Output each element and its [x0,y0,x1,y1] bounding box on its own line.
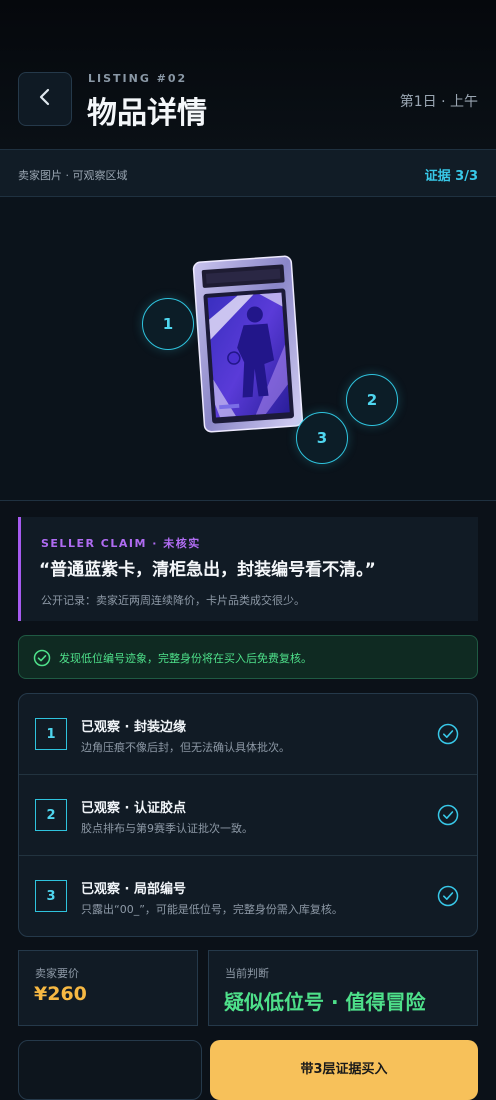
observation-item[interactable]: 2 已观察 · 认证胶点 胶点排布与第9赛季认证批次一致。 [19,775,477,856]
check-circle-icon [437,885,459,911]
evidence-marker-2[interactable]: 2 [346,374,398,426]
evidence-marker-3[interactable]: 3 [296,412,348,464]
seller-claim-kicker: SELLER CLAIM · 未核实 [41,537,201,550]
evidence-count: 证据 3/3 [424,169,478,184]
evidence-bar: 卖家图片 · 可观察区域 证据 3/3 [0,149,496,197]
evidence-area-label: 卖家图片 · 可观察区域 [18,169,128,182]
observation-item[interactable]: 3 已观察 · 局部编号 只露出“00_”，可能是低位号，完整身份需入库复核。 [19,856,477,936]
check-circle-icon [437,804,459,830]
check-circle-icon [437,723,459,749]
chevron-left-icon [38,88,52,110]
judgement-label: 当前判断 [225,967,269,980]
seller-claim-quote: “普通蓝紫卡，清柜急出，封装编号看不清。” [39,560,376,580]
asking-price-value: ¥260 [34,983,87,1005]
observation-number: 1 [35,718,67,750]
back-button[interactable] [18,72,72,126]
judgement-box: 当前判断 疑似低位号 · 值得冒险 [208,950,478,1026]
graded-card-image [192,255,303,433]
observation-list: 1 已观察 · 封装边缘 边角压痕不像后封，但无法确认具体批次。 2 已观察 ·… [18,693,478,937]
asking-price-label: 卖家要价 [35,967,79,980]
header-background [0,0,496,150]
observation-item[interactable]: 1 已观察 · 封装边缘 边角压痕不像后封，但无法确认具体批次。 [19,694,477,775]
seller-image-viewer: 1 2 3 [0,197,496,501]
observation-number: 3 [35,880,67,912]
discovery-alert-text: 发现低位编号迹象，完整身份将在买入后免费复核。 [59,652,312,665]
page-title: 物品详情 [87,96,207,131]
day-indicator: 第1日 · 上午 [399,94,478,110]
judgement-value: 疑似低位号 · 值得冒险 [224,990,426,1014]
check-circle-icon [33,649,51,671]
observation-title: 已观察 · 局部编号 [81,882,186,897]
observation-description: 边角压痕不像后封，但无法确认具体批次。 [81,741,290,754]
observation-description: 只露出“00_”，可能是低位号，完整身份需入库复核。 [81,903,343,916]
secondary-action-button[interactable] [18,1040,202,1100]
public-record-note: 公开记录：卖家近两周连续降价，卡片品类成交很少。 [41,594,305,607]
buy-with-evidence-button[interactable]: 带3层证据买入 [210,1040,478,1100]
observation-title: 已观察 · 认证胶点 [81,801,186,816]
observation-description: 胶点排布与第9赛季认证批次一致。 [81,822,253,835]
evidence-marker-1[interactable]: 1 [142,298,194,350]
observation-number: 2 [35,799,67,831]
seller-claim-card: SELLER CLAIM · 未核实 “普通蓝紫卡，清柜急出，封装编号看不清。”… [18,517,478,621]
discovery-alert: 发现低位编号迹象，完整身份将在买入后免费复核。 [18,635,478,679]
observation-title: 已观察 · 封装边缘 [81,720,186,735]
listing-id: LISTING #02 [88,72,188,85]
asking-price-box: 卖家要价 ¥260 [18,950,198,1026]
